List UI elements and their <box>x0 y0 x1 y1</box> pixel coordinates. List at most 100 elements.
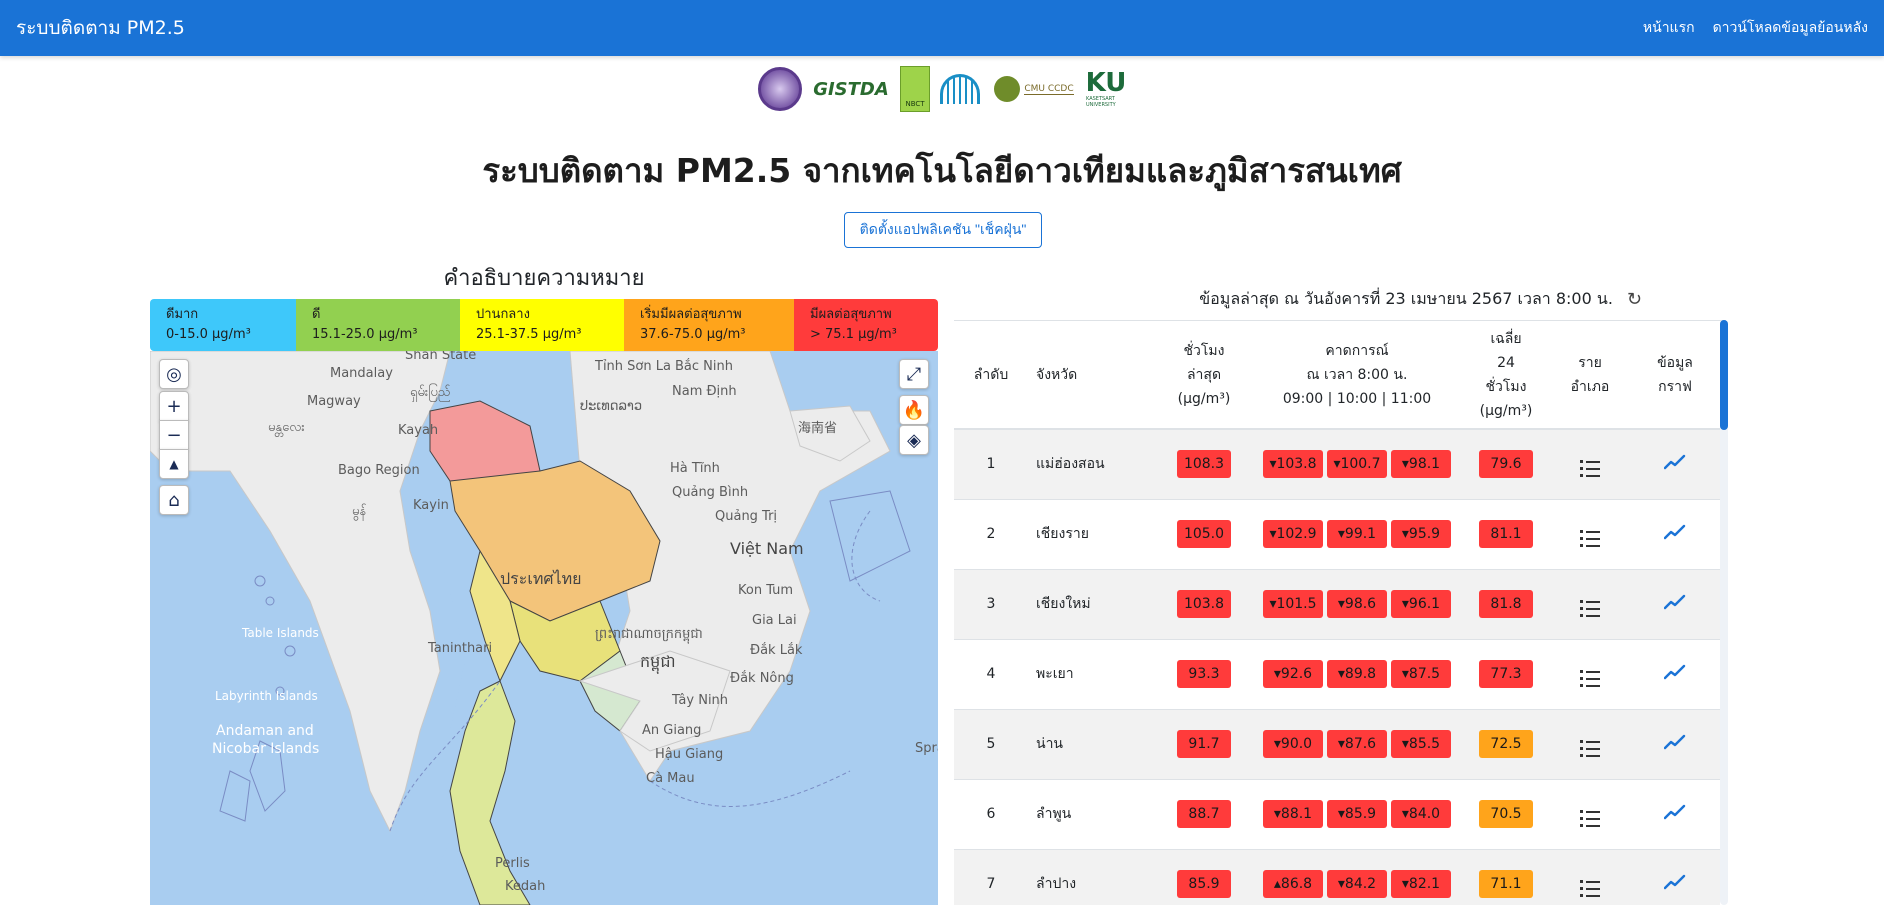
table-row[interactable]: 4 พะเยา 93.3 ▾92.6 ▾89.8 ▾87.5 77.3 <box>954 639 1720 710</box>
list-icon[interactable] <box>1580 530 1600 547</box>
home-view-button[interactable]: ⌂ <box>159 485 189 515</box>
avg24-badge: 79.6 <box>1479 450 1533 479</box>
district-cell[interactable] <box>1550 849 1630 905</box>
line-chart-icon[interactable] <box>1663 664 1686 680</box>
map-label: Table Islands <box>242 626 319 640</box>
latest-badge: 85.9 <box>1177 870 1231 898</box>
cmu-ccdc-logo: CMU CCDC <box>990 66 1078 112</box>
map-label: ประเทศไทย <box>500 569 582 588</box>
district-cell[interactable] <box>1550 779 1630 850</box>
fullscreen-button[interactable]: ⤢ <box>899 359 929 389</box>
scrollbar-thumb[interactable] <box>1720 320 1728 430</box>
compass-button[interactable]: ▲ <box>159 449 189 479</box>
forecast-0900-badge: ▾103.8 <box>1263 450 1323 479</box>
table-row[interactable]: 6 ลำพูน 88.7 ▾88.1 ▾85.9 ▾84.0 70.5 <box>954 779 1720 850</box>
line-chart-icon[interactable] <box>1663 734 1686 750</box>
rank-cell: 6 <box>954 779 1028 850</box>
graph-cell[interactable] <box>1630 779 1720 850</box>
zoom-out-button[interactable]: − <box>159 420 189 450</box>
line-chart-icon[interactable] <box>1663 874 1686 890</box>
graph-cell[interactable] <box>1630 499 1720 570</box>
col-rank: ลำดับ <box>954 321 1028 430</box>
district-cell[interactable] <box>1550 429 1630 500</box>
district-cell[interactable] <box>1550 709 1630 780</box>
line-chart-icon[interactable] <box>1663 454 1686 470</box>
table-row[interactable]: 3 เชียงใหม่ 103.8 ▾101.5 ▾98.6 ▾96.1 81.8 <box>954 569 1720 640</box>
rank-cell: 4 <box>954 639 1028 710</box>
nav-download-link[interactable]: ดาวน์โหลดข้อมูลย้อนหลัง <box>1713 17 1868 39</box>
list-icon[interactable] <box>1580 810 1600 827</box>
latest-badge: 103.8 <box>1177 590 1231 618</box>
table-row[interactable]: 5 น่าน 91.7 ▾90.0 ▾87.6 ▾85.5 72.5 <box>954 709 1720 780</box>
table-scrollbar[interactable] <box>1720 320 1728 905</box>
forecast-1000-badge: ▾98.6 <box>1327 590 1387 618</box>
map-label: Bắc Ninh <box>675 359 733 374</box>
list-icon[interactable] <box>1580 600 1600 617</box>
avg24-badge: 77.3 <box>1479 660 1533 688</box>
avg24-cell: 79.6 <box>1462 429 1550 500</box>
forecast-1000-badge: ▾100.7 <box>1327 450 1387 479</box>
forecast-1100-badge: ▾82.1 <box>1391 870 1451 898</box>
col-district: ราย อำเภอ <box>1550 321 1630 430</box>
rank-cell: 3 <box>954 569 1028 640</box>
line-chart-icon[interactable] <box>1663 804 1686 820</box>
forecast-1000-badge: ▾89.8 <box>1327 660 1387 688</box>
province-cell: น่าน <box>1028 709 1156 780</box>
expand-icon: ⤢ <box>906 363 922 385</box>
table-row[interactable]: 7 ลำปาง 85.9 ▴86.8 ▾84.2 ▾82.1 71.1 <box>954 849 1720 905</box>
list-icon[interactable] <box>1580 670 1600 687</box>
legend-unhealthy: มีผลต่อสุขภาพ > 75.1 µg/m³ <box>794 299 938 351</box>
district-cell[interactable] <box>1550 499 1630 570</box>
nav-home-link[interactable]: หน้าแรก <box>1643 17 1695 39</box>
install-app-button[interactable]: ติดตั้งแอปพลิเคชัน "เช็คฝุ่น" <box>844 212 1042 248</box>
forecast-0900-badge: ▴86.8 <box>1263 870 1323 898</box>
forecast-1000-badge: ▾85.9 <box>1327 800 1387 828</box>
avg24-badge: 81.1 <box>1479 520 1533 548</box>
plus-icon: + <box>166 395 182 417</box>
forecast-0900-badge: ▾88.1 <box>1263 800 1323 828</box>
province-ranking-table[interactable]: ลำดับ จังหวัด ชั่วโมง ล่าสุด (µg/m³) คาดกา… <box>954 320 1726 905</box>
map-label: Nicobar Islands <box>212 741 320 757</box>
refresh-icon[interactable]: ↻ <box>1627 289 1642 310</box>
graph-cell[interactable] <box>1630 849 1720 905</box>
forecast-cell: ▾90.0 ▾87.6 ▾85.5 <box>1252 709 1462 780</box>
forecast-1000-badge: ▾99.1 <box>1327 520 1387 548</box>
map-label: ရှမ်းပြည် <box>410 385 451 400</box>
province-cell: ลำพูน <box>1028 779 1156 850</box>
graph-cell[interactable] <box>1630 429 1720 500</box>
hotspot-toggle-button[interactable]: 🔥 <box>899 395 929 425</box>
district-cell[interactable] <box>1550 569 1630 640</box>
zoom-in-button[interactable]: + <box>159 391 189 421</box>
list-icon[interactable] <box>1580 880 1600 897</box>
graph-cell[interactable] <box>1630 569 1720 640</box>
home-icon: ⌂ <box>168 489 180 511</box>
table-row[interactable]: 2 เชียงราย 105.0 ▾102.9 ▾99.1 ▾95.9 81.1 <box>954 499 1720 570</box>
forecast-1100-badge: ▾95.9 <box>1391 520 1451 548</box>
layers-icon: ◈ <box>907 429 921 451</box>
forecast-1100-badge: ▾84.0 <box>1391 800 1451 828</box>
district-cell[interactable] <box>1550 639 1630 710</box>
list-icon[interactable] <box>1580 460 1600 478</box>
avg24-badge: 70.5 <box>1479 800 1533 828</box>
latest-update: ข้อมูลล่าสุด ณ วันอังคารที่ 23 เมษายน 25… <box>1000 288 1650 310</box>
brand-title[interactable]: ระบบติดตาม PM2.5 <box>16 13 185 43</box>
top-navbar: ระบบติดตาม PM2.5 หน้าแรก ดาวน์โหลดข้อมูล… <box>0 0 1884 56</box>
forecast-cell: ▾101.5 ▾98.6 ▾96.1 <box>1252 569 1462 640</box>
forecast-0900-badge: ▾101.5 <box>1263 590 1323 618</box>
list-icon[interactable] <box>1580 740 1600 757</box>
layers-button[interactable]: ◈ <box>899 425 929 455</box>
pm25-map[interactable]: Shan State Mandalay Magway ရှမ်းပြည် မန္… <box>150 351 938 905</box>
province-cell: เชียงใหม่ <box>1028 569 1156 640</box>
line-chart-icon[interactable] <box>1663 594 1686 610</box>
locate-me-button[interactable]: ◎ <box>159 359 189 389</box>
table-row[interactable]: 1 แม่ฮ่องสอน 108.3 ▾103.8 ▾100.7 ▾98.1 79.6 <box>954 429 1720 500</box>
graph-cell[interactable] <box>1630 639 1720 710</box>
map-label: Đắk Nông <box>730 671 794 686</box>
map-label: Gia Lai <box>752 613 797 628</box>
line-chart-icon[interactable] <box>1663 524 1686 540</box>
map-label: Cà Mau <box>646 771 695 786</box>
forecast-1000-badge: ▾87.6 <box>1327 730 1387 758</box>
map-label: ព្រះរាជាណាចក្រកម្ពុជា <box>595 627 703 642</box>
rank-cell: 2 <box>954 499 1028 570</box>
graph-cell[interactable] <box>1630 709 1720 780</box>
